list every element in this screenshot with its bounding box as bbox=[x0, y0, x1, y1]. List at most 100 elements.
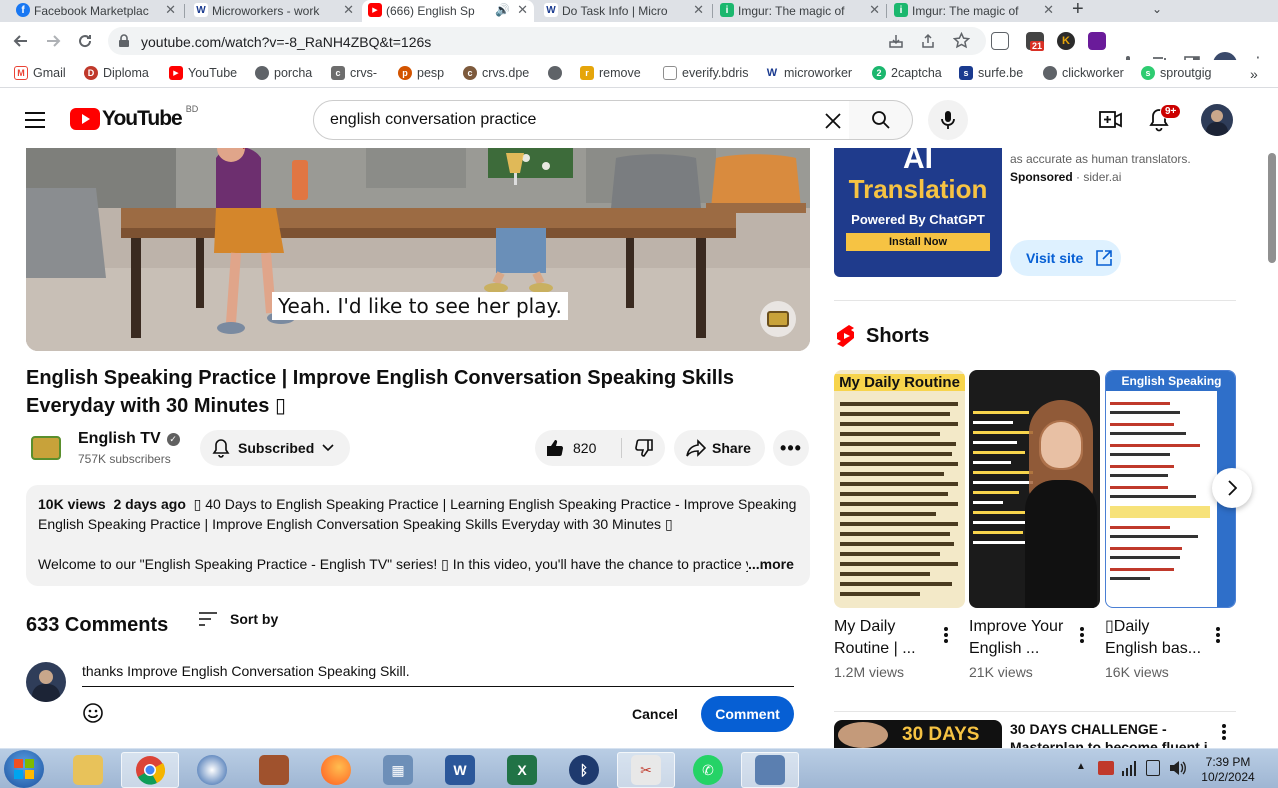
extension-icon[interactable]: 21 bbox=[1026, 32, 1045, 51]
show-more-link[interactable]: ...more bbox=[748, 556, 794, 572]
short-menu-icon[interactable] bbox=[944, 627, 948, 643]
short-title[interactable]: ▯Daily English bas... bbox=[1105, 616, 1201, 660]
submit-comment-button[interactable]: Comment bbox=[701, 696, 794, 732]
search-input[interactable]: english conversation practice bbox=[313, 100, 850, 140]
bookmark-porcha[interactable]: porcha bbox=[255, 66, 312, 80]
bookmark-globe[interactable] bbox=[548, 66, 562, 80]
battery-icon[interactable] bbox=[1146, 760, 1160, 776]
bookmark-remove[interactable]: r remove bbox=[580, 66, 641, 80]
subscribed-button[interactable]: Subscribed bbox=[200, 430, 350, 466]
back-button[interactable] bbox=[10, 30, 32, 52]
taskbar-bluetooth[interactable]: ᛒ bbox=[555, 752, 613, 788]
playlist-link[interactable]: ▯ 40 Days to English Speaking Practice |… bbox=[194, 496, 798, 512]
search-query[interactable]: english conversation practice bbox=[330, 111, 536, 129]
tab-youtube-active[interactable]: ▶ (666) English Sp 🔊 ✕ bbox=[362, 0, 534, 22]
comment-draft[interactable]: thanks Improve English Conversation Spea… bbox=[82, 663, 410, 679]
bookmark-youtube[interactable]: ▶ YouTube bbox=[169, 66, 237, 80]
shorts-next-button[interactable] bbox=[1212, 468, 1252, 508]
install-app-icon[interactable] bbox=[888, 33, 904, 49]
taskbar-whatsapp[interactable]: ✆ bbox=[679, 752, 737, 788]
channel-avatar[interactable] bbox=[28, 430, 64, 466]
taskbar-control-panel[interactable] bbox=[741, 752, 799, 788]
tab-facebook[interactable]: f Facebook Marketplac ✕ bbox=[10, 0, 182, 22]
bookmark-pesp[interactable]: p pesp bbox=[398, 66, 444, 80]
close-tab-icon[interactable]: ✕ bbox=[343, 2, 354, 18]
more-actions-button[interactable]: ••• bbox=[773, 430, 809, 466]
search-button[interactable] bbox=[849, 100, 913, 140]
bookmark-everify[interactable]: everify.bdris bbox=[663, 66, 748, 80]
bookmark-crvs-dpe[interactable]: c crvs.dpe bbox=[463, 66, 529, 80]
short-thumbnail[interactable]: My Daily Routine bbox=[834, 370, 965, 608]
bookmark-gmail[interactable]: M Gmail bbox=[14, 66, 66, 80]
channel-name[interactable]: English TV bbox=[78, 430, 161, 448]
create-video-icon[interactable] bbox=[1099, 109, 1122, 131]
scrollbar-thumb[interactable] bbox=[1268, 153, 1276, 263]
show-hidden-icons[interactable]: ▲ bbox=[1076, 761, 1086, 772]
lock-icon[interactable] bbox=[118, 34, 130, 48]
short-thumbnail[interactable] bbox=[969, 370, 1100, 608]
channel-name-row[interactable]: English TV ✓ bbox=[78, 430, 180, 448]
next-video-menu-icon[interactable] bbox=[1222, 724, 1226, 740]
volume-icon[interactable] bbox=[1169, 760, 1187, 776]
more-bookmarks-button[interactable]: » bbox=[1250, 66, 1258, 82]
bookmark-star-icon[interactable] bbox=[953, 32, 970, 49]
short-menu-icon[interactable] bbox=[1080, 627, 1084, 643]
close-tab-icon[interactable]: ✕ bbox=[869, 2, 880, 18]
address-bar[interactable]: youtube.com/watch?v=-8_RaNH4ZBQ&t=126s bbox=[108, 27, 986, 55]
taskbar-firefox[interactable] bbox=[307, 752, 365, 788]
bookmark-clickworker[interactable]: clickworker bbox=[1043, 66, 1124, 80]
bookmark-diploma[interactable]: D Diploma bbox=[84, 66, 149, 80]
taskbar-word[interactable]: W bbox=[431, 752, 489, 788]
network-signal-icon[interactable] bbox=[1121, 759, 1137, 777]
close-tab-icon[interactable]: ✕ bbox=[517, 2, 528, 18]
short-menu-icon[interactable] bbox=[1216, 627, 1220, 643]
edit-extension-icon[interactable] bbox=[991, 32, 1009, 50]
ad-install-button[interactable]: Install Now bbox=[846, 233, 990, 251]
tab-imgur-1[interactable]: i Imgur: The magic of ✕ bbox=[714, 0, 886, 22]
url-text[interactable]: youtube.com/watch?v=-8_RaNH4ZBQ&t=126s bbox=[141, 34, 431, 50]
bookmark-2captcha[interactable]: 2 2captcha bbox=[872, 66, 942, 80]
forward-button[interactable] bbox=[42, 30, 64, 52]
voice-search-button[interactable] bbox=[928, 100, 968, 140]
dislike-button[interactable] bbox=[623, 430, 665, 466]
short-title[interactable]: Improve Your English ... bbox=[969, 616, 1063, 660]
next-video-title[interactable]: 30 DAYS CHALLENGE - Masterplan to become … bbox=[1010, 720, 1210, 748]
taskbar-photo-app[interactable] bbox=[245, 752, 303, 788]
new-tab-button[interactable]: + bbox=[1072, 0, 1084, 21]
channel-watermark[interactable] bbox=[760, 301, 796, 337]
share-page-icon[interactable] bbox=[920, 33, 936, 49]
close-tab-icon[interactable]: ✕ bbox=[165, 2, 176, 18]
taskbar-chrome[interactable] bbox=[121, 752, 179, 788]
taskbar-calculator[interactable]: ▦ bbox=[369, 752, 427, 788]
tab-do-task-info[interactable]: W Do Task Info | Micro ✕ bbox=[538, 0, 710, 22]
hamburger-menu-icon[interactable] bbox=[24, 111, 46, 129]
taskbar-clock[interactable]: 7:39 PM 10/2/2024 bbox=[1196, 755, 1260, 785]
youtube-logo[interactable]: YouTube BD bbox=[70, 104, 198, 131]
comment-input[interactable]: thanks Improve English Conversation Spea… bbox=[82, 662, 794, 687]
bookmark-surfe[interactable]: s surfe.be bbox=[959, 66, 1023, 80]
next-video-thumbnail[interactable]: 30 DAYS bbox=[834, 720, 1002, 748]
tab-imgur-2[interactable]: i Imgur: The magic of ✕ bbox=[888, 0, 1060, 22]
clear-search-icon[interactable] bbox=[824, 112, 842, 130]
taskbar-snipping-tool[interactable]: ✂ bbox=[617, 752, 675, 788]
start-button[interactable] bbox=[4, 750, 44, 788]
bookmark-sproutgig[interactable]: s sproutgig bbox=[1141, 66, 1211, 80]
cancel-comment-button[interactable]: Cancel bbox=[622, 696, 688, 732]
share-button[interactable]: Share bbox=[674, 430, 765, 466]
taskbar-media-player[interactable] bbox=[183, 752, 241, 788]
speaker-icon[interactable]: 🔊 bbox=[495, 3, 510, 17]
short-title[interactable]: My Daily Routine | ... bbox=[834, 616, 916, 660]
emoji-picker-icon[interactable] bbox=[82, 702, 104, 724]
taskbar-excel[interactable]: X bbox=[493, 752, 551, 788]
like-button[interactable]: 820 bbox=[535, 430, 619, 466]
description-box[interactable]: 10K views 2 days ago ▯ 40 Days to Englis… bbox=[26, 485, 810, 586]
tab-microworkers[interactable]: W Microworkers - work ✕ bbox=[188, 0, 360, 22]
extension-icon[interactable] bbox=[1088, 32, 1106, 50]
taskbar-file-explorer[interactable] bbox=[59, 752, 117, 788]
reload-button[interactable] bbox=[74, 30, 96, 52]
video-player[interactable]: Yeah. I'd like to see her play. bbox=[26, 148, 810, 351]
notifications-button[interactable]: 9+ bbox=[1148, 104, 1182, 137]
sort-by-button[interactable]: Sort by bbox=[198, 611, 278, 627]
k-extension-icon[interactable]: K bbox=[1057, 32, 1075, 50]
bookmark-crvs[interactable]: c crvs- bbox=[331, 66, 377, 80]
